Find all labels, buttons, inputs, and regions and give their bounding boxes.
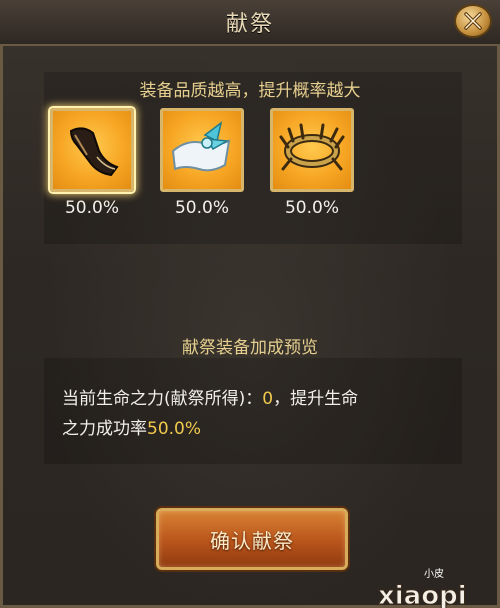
close-icon xyxy=(464,12,482,30)
bonus-line-1: 当前生命之力(献祭所得)：0，提升生命 xyxy=(62,384,358,409)
equipment-slot-frame xyxy=(160,108,244,192)
bonus-line-2: 之力成功率50.0% xyxy=(62,414,201,439)
equipment-slot-frame xyxy=(50,108,134,192)
item-probability: 50.0% xyxy=(284,198,339,218)
greave-icon xyxy=(69,127,119,177)
life-force-value: 0 xyxy=(262,389,274,409)
close-button[interactable] xyxy=(454,4,492,38)
success-rate-value: 50.0% xyxy=(147,419,202,439)
confirm-sacrifice-button[interactable]: 确认献祭 xyxy=(156,508,348,570)
equipment-slot-frame xyxy=(270,108,354,192)
bonus-label-suffix: ，提升生命 xyxy=(273,389,359,409)
equipment-slot-2[interactable]: 50.0% xyxy=(160,108,250,218)
quality-heading: 装备品质越高，提升概率越大 xyxy=(139,81,361,101)
ribbon-cloth-icon xyxy=(171,121,231,172)
confirm-button-label: 确认献祭 xyxy=(210,528,294,553)
dialog-title: 献祭 xyxy=(225,12,274,37)
item-probability: 50.0% xyxy=(174,198,229,218)
watermark-small-text: 小皮 xyxy=(424,567,444,580)
bonus-label: 当前生命之力(献祭所得)： xyxy=(62,389,263,409)
bonus-section xyxy=(44,358,462,464)
watermark-logo: 小皮 xiaopi xyxy=(378,567,468,608)
item-probability: 50.0% xyxy=(64,198,119,218)
dialog-header: 献祭 xyxy=(0,0,500,46)
watermark-large-text: xiaopi xyxy=(378,581,467,608)
golden-ring-icon xyxy=(279,123,345,171)
success-rate-label: 之力成功率 xyxy=(62,419,147,439)
equipment-slot-1[interactable]: 50.0% xyxy=(50,108,140,218)
bonus-heading: 献祭装备加成预览 xyxy=(182,338,318,358)
equipment-slot-3[interactable]: 50.0% xyxy=(270,108,360,218)
